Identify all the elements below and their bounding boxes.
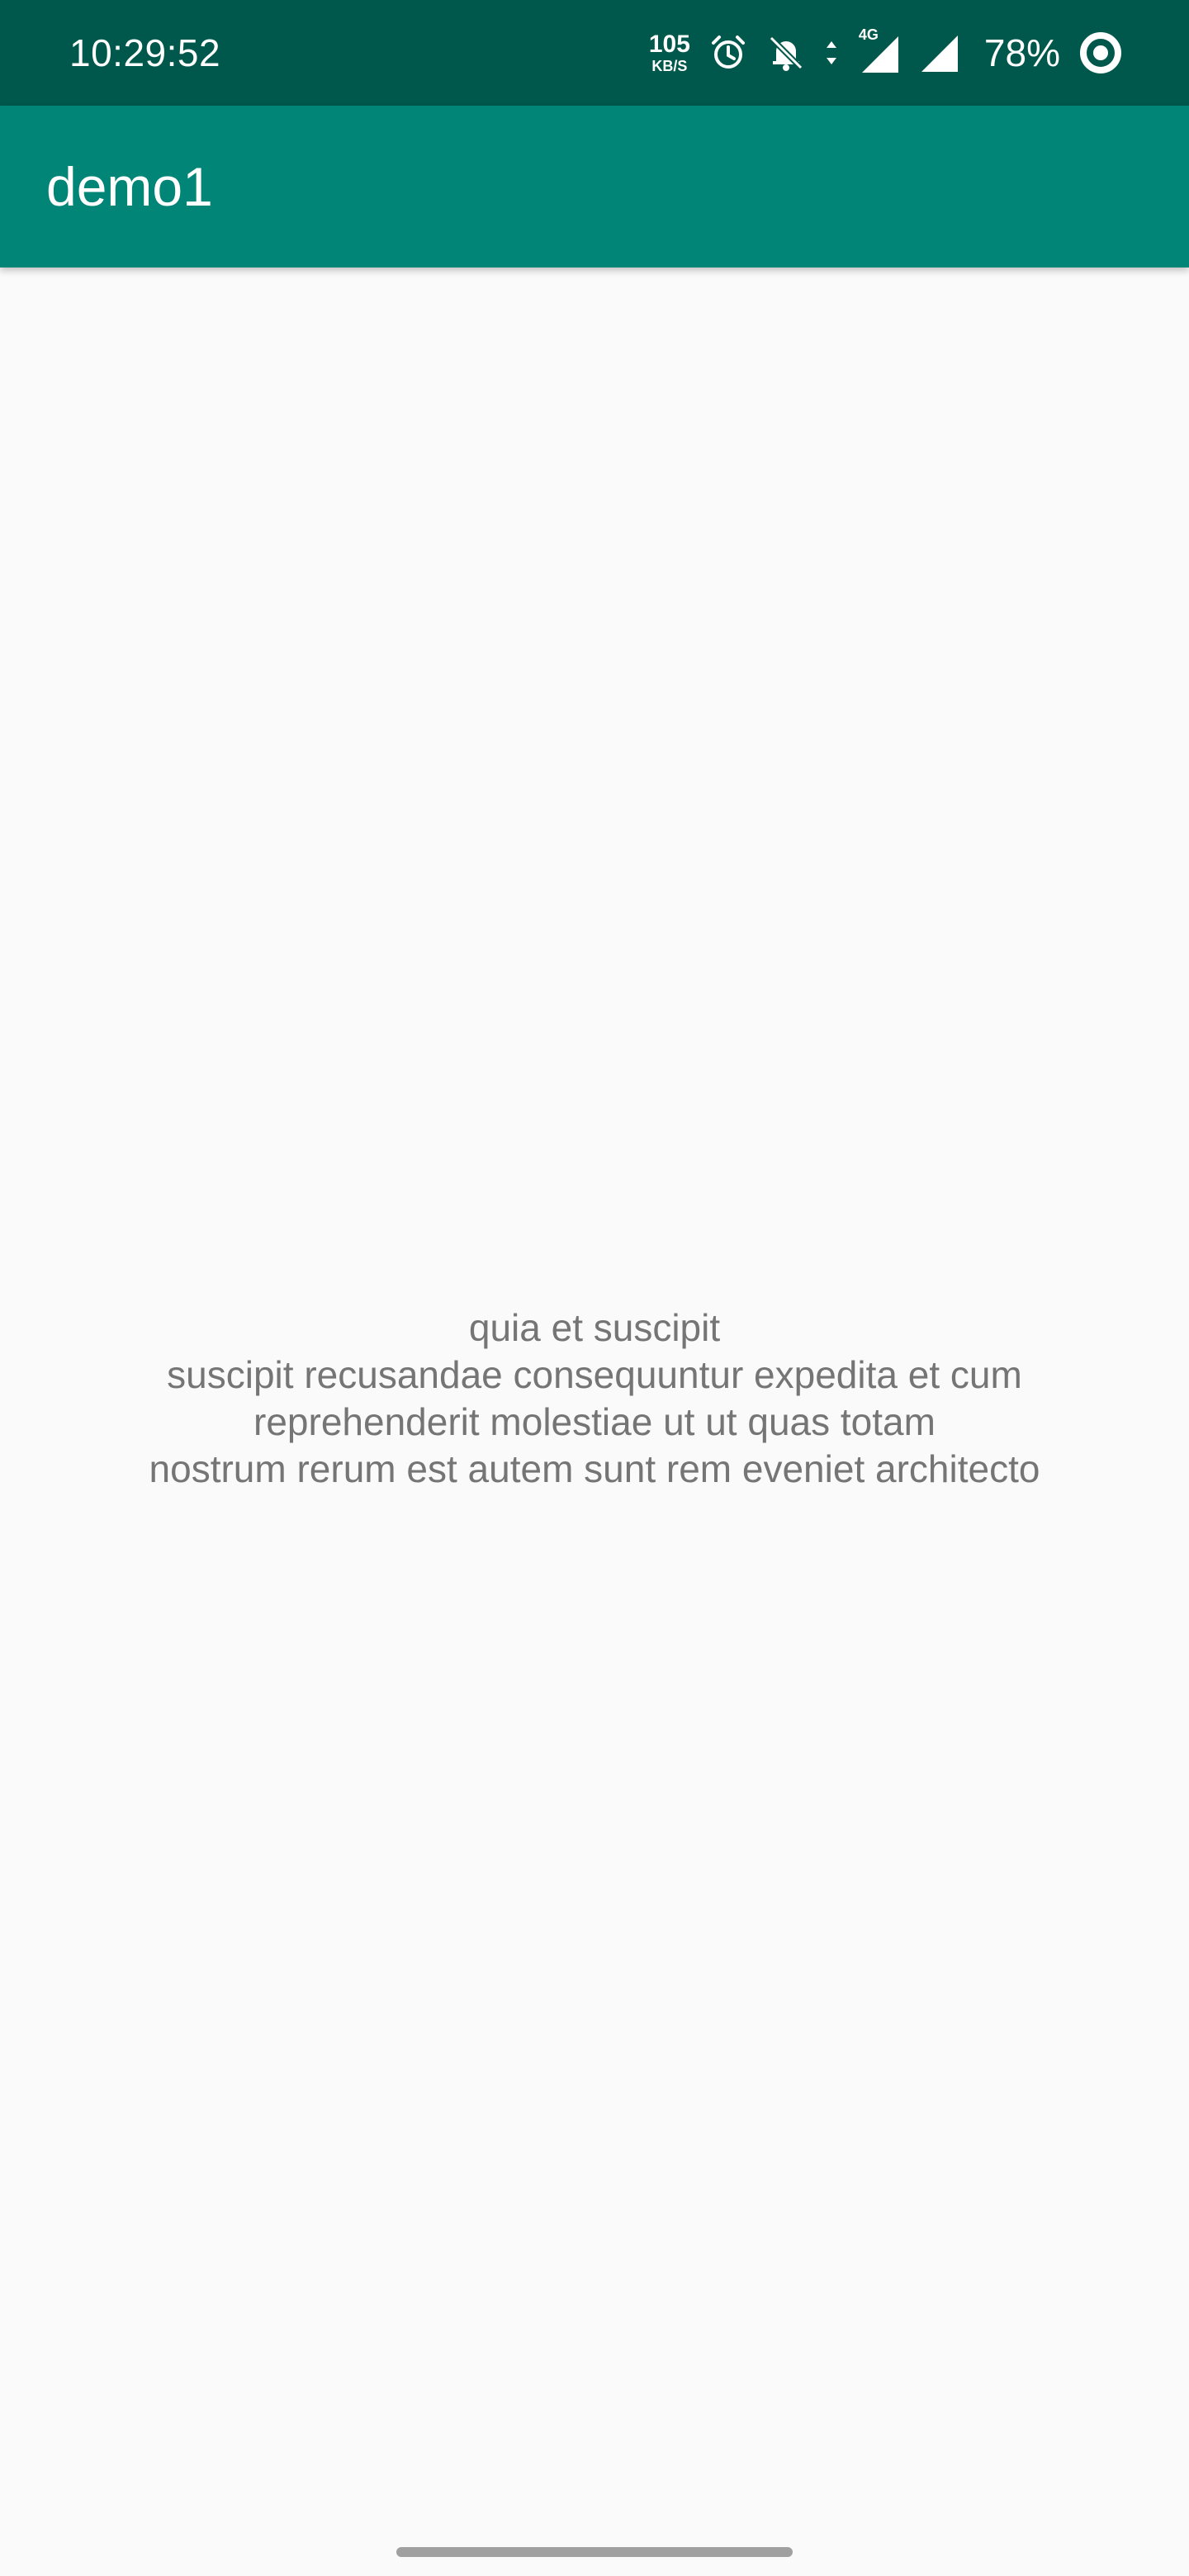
signal-icon: [918, 32, 959, 73]
signal-4g-icon: 4G: [857, 26, 900, 74]
status-bar: 10:29:52 105 KB/S 4G 78%: [0, 0, 1189, 106]
text-line: suscipit recusandae consequuntur expedit…: [167, 1353, 1022, 1396]
net-speed-value: 105: [648, 31, 690, 58]
battery-ring-icon: [1078, 31, 1123, 75]
status-time: 10:29:52: [69, 31, 221, 74]
text-line: quia et suscipit: [468, 1306, 721, 1349]
net-speed-unit: KB/S: [651, 58, 688, 74]
text-line: reprehenderit molestiae ut ut quas totam: [253, 1400, 936, 1443]
status-icons: 105 KB/S 4G 78%: [649, 0, 1123, 106]
bell-off-icon: [766, 33, 806, 73]
network-type-label: 4G: [858, 26, 879, 43]
battery-percent: 78%: [983, 31, 1060, 74]
post-text: quia et suscipit suscipit recusandae con…: [0, 1305, 1189, 1493]
alarm-icon: [708, 33, 748, 73]
app-title: demo1: [46, 156, 213, 217]
net-speed-indicator: 105 KB/S: [648, 31, 690, 74]
app-bar: demo1: [0, 106, 1189, 268]
gesture-nav-handle[interactable]: [396, 2547, 793, 2557]
data-arrows-icon: [824, 36, 839, 69]
text-line: nostrum rerum est autem sunt rem eveniet…: [149, 1447, 1040, 1490]
